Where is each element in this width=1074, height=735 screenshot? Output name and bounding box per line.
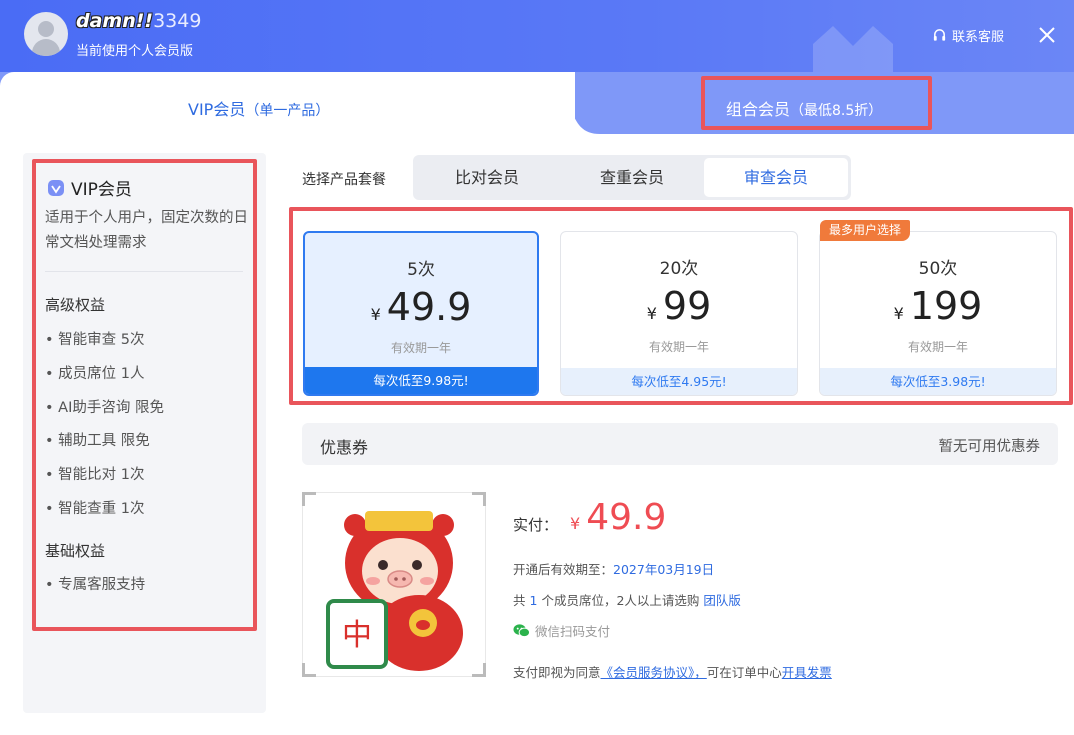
expiry-date: 2027年03月19日 — [613, 562, 715, 577]
service-agreement-link[interactable]: 《会员服务协议》， — [601, 665, 707, 680]
seats-info: 共 1 个成员席位，2人以上请选购 团队版 — [513, 590, 741, 609]
avatar[interactable] — [24, 12, 68, 56]
payment-amount: ¥49.9 — [570, 497, 666, 538]
coupon-value: 暂无可用优惠券 — [938, 439, 1041, 455]
coupon-label: 优惠券 — [320, 438, 369, 457]
seats-prefix: 共 — [513, 593, 526, 608]
payment-qr-code: 中 — [302, 492, 486, 677]
expiry-info: 开通后有效期至：2027年03月19日 — [513, 559, 714, 578]
headset-icon — [933, 29, 946, 41]
header-bar: damn!!3349 当前使用个人会员版 联系客服 — [0, 0, 1074, 94]
agreement-prefix: 支付即视为同意 — [513, 665, 601, 680]
highlight-combo-tab — [701, 76, 932, 130]
username-digits: 3349 — [153, 10, 202, 32]
qr-corner — [302, 663, 316, 677]
wechat-icon — [513, 624, 530, 638]
highlight-plan-cards — [289, 207, 1073, 405]
qr-corner — [472, 492, 486, 506]
currency-symbol: ¥ — [570, 514, 581, 533]
tab-vip-curve — [520, 72, 600, 134]
membership-subtitle: 当前使用个人会员版 — [76, 44, 194, 59]
package-option-compare[interactable]: 比对会员 — [415, 158, 559, 197]
payment-method: 微信扫码支付 — [513, 621, 610, 640]
package-option-plagiarism[interactable]: 查重会员 — [560, 158, 704, 197]
username-nick: damn!! — [76, 10, 154, 32]
team-edition-link[interactable]: 团队版 — [703, 593, 741, 608]
coupon-row[interactable]: 优惠券 暂无可用优惠券 — [302, 423, 1058, 465]
tab-vip-title: VIP会员 — [188, 100, 246, 119]
tab-vip-suffix: （单一产品） — [245, 103, 330, 119]
package-option-review[interactable]: 审查会员 — [704, 158, 848, 197]
close-icon[interactable] — [1036, 24, 1058, 46]
avatar-body — [32, 39, 60, 56]
payment-label: 实付： — [513, 516, 559, 534]
contact-service-label: 联系客服 — [952, 30, 1005, 45]
package-selector: 比对会员 查重会员 审查会员 — [413, 155, 851, 200]
agreement-info: 支付即视为同意《会员服务协议》，可在订单中心开具发票 — [513, 662, 832, 681]
contact-service-button[interactable]: 联系客服 — [932, 26, 1004, 45]
avatar-head — [38, 21, 54, 37]
svg-text:中: 中 — [342, 618, 372, 653]
package-label: 选择产品套餐 — [302, 172, 386, 188]
username: damn!!3349 — [76, 10, 201, 32]
pig-mascot-icon: 中 — [326, 511, 463, 671]
seats-count: 1 — [529, 593, 538, 608]
agreement-middle: 可在订单中心 — [706, 665, 782, 680]
invoice-link[interactable]: 开具发票 — [782, 665, 832, 680]
payment-method-label: 微信扫码支付 — [535, 624, 611, 639]
expiry-label: 开通后有效期至： — [513, 562, 614, 577]
payment-amount-value: 49.9 — [586, 497, 667, 538]
qr-corner — [302, 492, 316, 506]
tab-vip-label[interactable]: VIP会员（单一产品） — [188, 96, 329, 120]
qr-corner — [472, 663, 486, 677]
seats-suffix: 个成员席位，2人以上请选购 — [541, 593, 700, 608]
highlight-benefits — [32, 159, 257, 631]
